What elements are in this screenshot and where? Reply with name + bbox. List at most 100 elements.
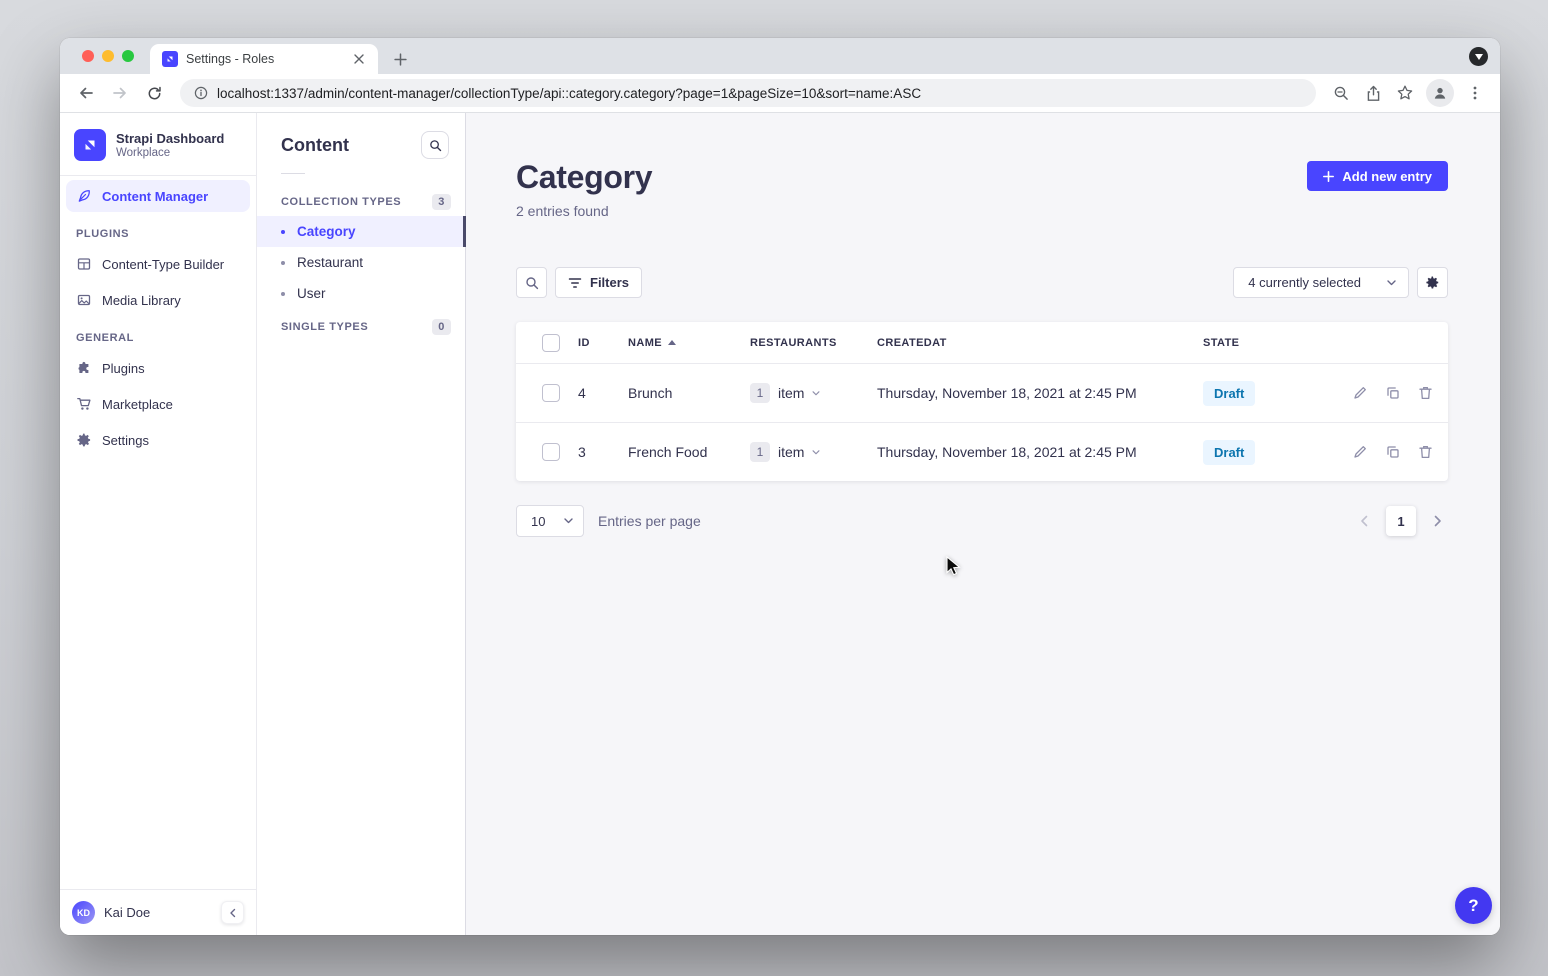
chevron-down-icon[interactable]	[812, 450, 820, 455]
bullet-icon	[281, 292, 285, 296]
table-row[interactable]: 4 Brunch 1 item Thursday, November 18, 2…	[516, 363, 1448, 422]
sidebar-item-label: Media Library	[102, 293, 181, 308]
filters-button[interactable]: Filters	[555, 267, 642, 298]
duplicate-icon[interactable]	[1386, 445, 1400, 459]
collection-types-label: COLLECTION TYPES	[281, 196, 401, 208]
cell-restaurants[interactable]: 1 item	[750, 383, 877, 403]
column-header-restaurants[interactable]: RESTAURANTS	[750, 337, 877, 349]
table-settings-button[interactable]	[1417, 267, 1448, 298]
trash-icon[interactable]	[1419, 445, 1432, 459]
tab-close-icon[interactable]	[350, 50, 368, 68]
sidebar-item-settings[interactable]: Settings	[66, 424, 250, 456]
cell-createdat: Thursday, November 18, 2021 at 2:45 PM	[877, 385, 1203, 401]
browser-tab[interactable]: Settings - Roles	[150, 44, 378, 74]
general-section-label: GENERAL	[60, 316, 256, 348]
previous-page-button[interactable]	[1354, 511, 1374, 531]
workspace-name: Workplace	[116, 147, 224, 159]
zoom-icon[interactable]	[1326, 78, 1356, 108]
column-header-name[interactable]: NAME	[628, 337, 750, 349]
single-types-label: SINGLE TYPES	[281, 321, 368, 333]
help-button[interactable]: ?	[1455, 887, 1492, 924]
reload-button[interactable]	[138, 77, 170, 109]
sidebar-item-label: Settings	[102, 433, 149, 448]
browser-profile-avatar[interactable]	[1426, 79, 1454, 107]
row-checkbox[interactable]	[542, 443, 560, 461]
bullet-icon	[281, 230, 285, 234]
page-size-select[interactable]: 10	[516, 505, 584, 537]
status-badge: Draft	[1203, 381, 1255, 406]
sidebar-user-footer: KD Kai Doe	[60, 889, 256, 935]
sidebar-item-content-manager[interactable]: Content Manager	[66, 180, 250, 212]
edit-pencil-icon[interactable]	[1353, 445, 1367, 459]
edit-pencil-icon[interactable]	[1353, 386, 1367, 400]
site-info-icon[interactable]	[194, 86, 208, 100]
fullscreen-window-button[interactable]	[122, 50, 134, 62]
column-header-createdat[interactable]: CREATEDAT	[877, 337, 1203, 349]
share-icon[interactable]	[1358, 78, 1388, 108]
row-checkbox[interactable]	[542, 384, 560, 402]
plugins-section-label: PLUGINS	[60, 212, 256, 244]
browser-window: Settings - Roles localhost:1337/admin/co…	[60, 38, 1500, 935]
collapse-sidebar-button[interactable]	[221, 901, 244, 924]
gear-icon	[1425, 275, 1440, 290]
duplicate-icon[interactable]	[1386, 386, 1400, 400]
visible-columns-select[interactable]: 4 currently selected	[1233, 267, 1409, 298]
forward-button[interactable]	[104, 77, 136, 109]
plus-icon	[1323, 171, 1334, 182]
page-number-button[interactable]: 1	[1386, 506, 1416, 536]
sidebar-item-marketplace[interactable]: Marketplace	[66, 388, 250, 420]
subnav-item-category[interactable]: Category	[257, 216, 465, 247]
chevron-down-icon	[564, 518, 573, 524]
subnav-search-button[interactable]	[421, 131, 449, 159]
entries-table: ID NAME RESTAURANTS CREATEDAT STATE 4	[516, 322, 1448, 481]
tab-title: Settings - Roles	[186, 52, 342, 66]
cell-name: French Food	[628, 444, 750, 460]
sort-asc-icon	[668, 340, 676, 345]
relation-count-badge: 1	[750, 442, 770, 462]
pagination: 1	[1354, 506, 1448, 536]
close-window-button[interactable]	[82, 50, 94, 62]
new-tab-button[interactable]	[386, 45, 414, 73]
table-search-button[interactable]	[516, 267, 547, 298]
cell-id: 4	[578, 385, 628, 401]
table-row[interactable]: 3 French Food 1 item Thursday, November …	[516, 422, 1448, 481]
trash-icon[interactable]	[1419, 386, 1432, 400]
tab-search-button[interactable]	[1469, 47, 1488, 66]
app-name: Strapi Dashboard	[116, 131, 224, 147]
cell-createdat: Thursday, November 18, 2021 at 2:45 PM	[877, 444, 1203, 460]
main-content: Category 2 entries found Add new entry	[466, 113, 1500, 935]
minimize-window-button[interactable]	[102, 50, 114, 62]
feather-pen-icon	[76, 188, 92, 204]
subnav-item-user[interactable]: User	[257, 278, 465, 309]
strapi-logo-icon	[74, 129, 106, 161]
add-new-entry-button[interactable]: Add new entry	[1307, 161, 1448, 191]
search-icon	[525, 276, 539, 290]
single-types-count-badge: 0	[432, 319, 451, 335]
back-button[interactable]	[70, 77, 102, 109]
sidebar-item-content-type-builder[interactable]: Content-Type Builder	[66, 248, 250, 280]
subnav-item-restaurant[interactable]: Restaurant	[257, 247, 465, 278]
column-header-id[interactable]: ID	[578, 337, 628, 349]
sidebar-item-label: Content-Type Builder	[102, 257, 224, 272]
strapi-app: Strapi Dashboard Workplace Content Manag…	[60, 113, 1500, 935]
content-subnav: Content COLLECTION TYPES 3 Category Rest…	[257, 113, 466, 935]
browser-menu-icon[interactable]	[1460, 78, 1490, 108]
chevron-down-icon[interactable]	[812, 391, 820, 396]
layout-icon	[76, 256, 92, 272]
url-bar[interactable]: localhost:1337/admin/content-manager/col…	[180, 79, 1316, 107]
filters-label: Filters	[590, 275, 629, 290]
sidebar-item-label: Content Manager	[102, 189, 208, 204]
sidebar-item-plugins[interactable]: Plugins	[66, 352, 250, 384]
browser-tab-strip: Settings - Roles	[60, 38, 1500, 74]
cell-restaurants[interactable]: 1 item	[750, 442, 877, 462]
bookmark-star-icon[interactable]	[1390, 78, 1420, 108]
row-actions	[1320, 386, 1432, 400]
subnav-title: Content	[281, 135, 349, 156]
sidebar-item-label: Plugins	[102, 361, 145, 376]
next-page-button[interactable]	[1428, 511, 1448, 531]
column-header-state[interactable]: STATE	[1203, 337, 1320, 349]
sidebar-item-media-library[interactable]: Media Library	[66, 284, 250, 316]
browser-toolbar: localhost:1337/admin/content-manager/col…	[60, 74, 1500, 113]
select-all-checkbox[interactable]	[542, 334, 560, 352]
entries-per-page-label: Entries per page	[598, 513, 701, 529]
